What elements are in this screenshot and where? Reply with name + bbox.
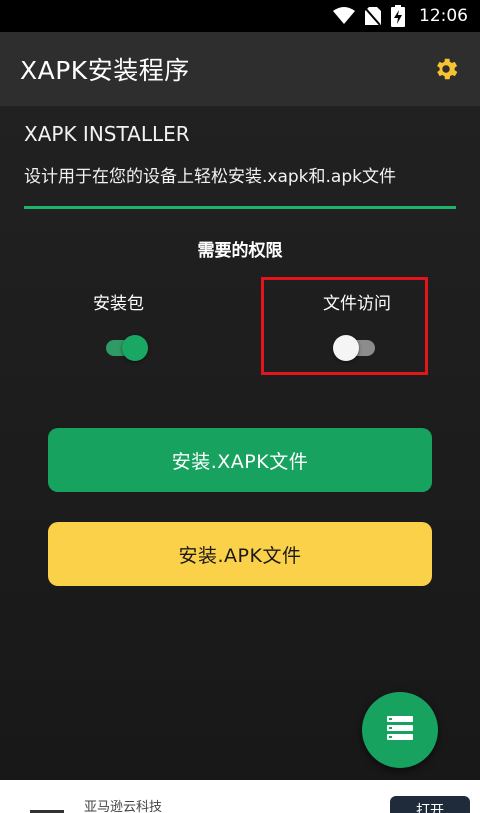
- permission-label-install-packages: 安装包: [93, 294, 144, 314]
- install-packages-toggle[interactable]: [104, 334, 148, 362]
- app-name-heading: XAPK INSTALLER: [24, 122, 190, 146]
- app-description: 设计用于在您的设备上轻松安装.xapk和.apk文件: [24, 167, 396, 187]
- ad-open-button[interactable]: 打开: [390, 796, 470, 813]
- file-list-fab[interactable]: [362, 692, 438, 768]
- install-apk-button[interactable]: 安装.APK文件: [48, 522, 432, 586]
- permissions-title: 需要的权限: [197, 241, 283, 261]
- ad-company-name: 亚马逊云科技: [84, 800, 163, 813]
- app-title: XAPK安装程序: [20, 56, 190, 85]
- status-time: 12:06: [419, 6, 468, 26]
- ad-banner[interactable]: 亚马逊云科技 打开: [0, 780, 480, 813]
- status-bar: 12:06: [0, 0, 480, 32]
- main-content: XAPK INSTALLER 设计用于在您的设备上轻松安装.xapk和.apk文…: [0, 106, 480, 780]
- divider: [24, 206, 456, 209]
- file-list-icon: [385, 715, 415, 745]
- highlight-box: [261, 277, 428, 375]
- toggle-thumb: [122, 335, 148, 361]
- install-xapk-button[interactable]: 安装.XAPK文件: [48, 428, 432, 492]
- battery-charging-icon: [391, 5, 405, 27]
- wifi-icon: [333, 7, 355, 25]
- no-sim-icon: [365, 6, 381, 26]
- app-bar: XAPK安装程序: [0, 32, 480, 106]
- gear-icon[interactable]: [432, 55, 460, 83]
